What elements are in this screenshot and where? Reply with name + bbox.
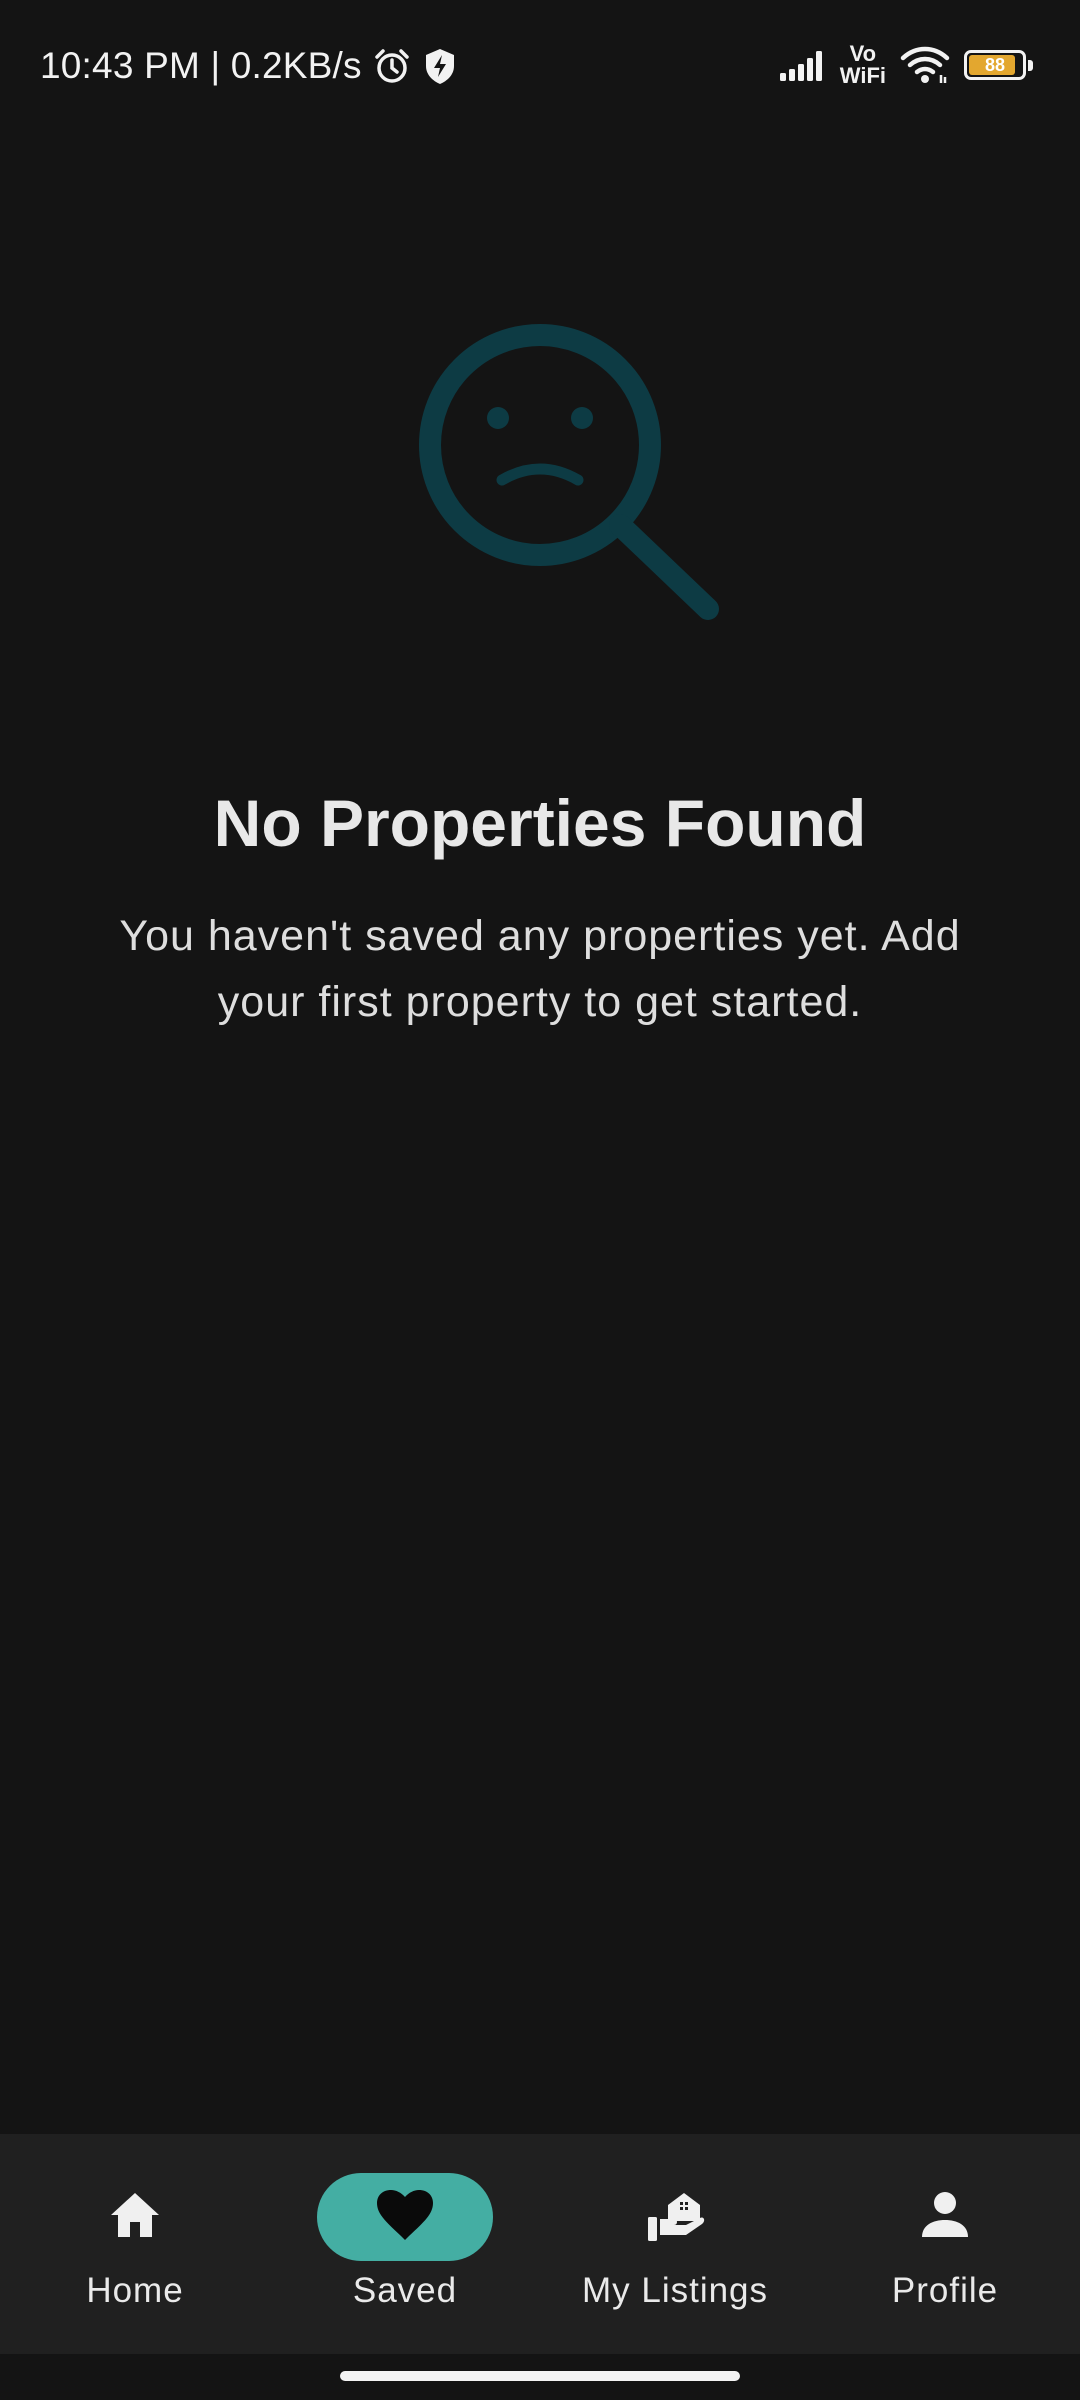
- sad-search-icon: [410, 315, 730, 625]
- nav-pill-home: [47, 2173, 223, 2261]
- vowifi-indicator: Vo WiFi: [840, 43, 886, 87]
- status-right: Vo WiFi 88: [778, 38, 1034, 92]
- empty-state-title: No Properties Found: [213, 786, 867, 860]
- nav-item-profile[interactable]: Profile: [810, 2134, 1080, 2354]
- vowifi-bottom-text: WiFi: [839, 63, 886, 88]
- nav-pill-saved: [317, 2173, 493, 2261]
- home-icon: [107, 2187, 163, 2248]
- nav-label-my-listings: My Listings: [581, 2271, 769, 2310]
- battery-level: 88: [984, 54, 1006, 75]
- nav-label-home: Home: [86, 2271, 184, 2310]
- nav-item-my-listings[interactable]: My Listings: [540, 2134, 810, 2354]
- nav-label-profile: Profile: [891, 2271, 999, 2310]
- shield-bolt-icon: [422, 46, 458, 86]
- nav-pill-profile: [857, 2173, 1033, 2261]
- nav-item-home[interactable]: Home: [0, 2134, 270, 2354]
- nav-label-saved: Saved: [352, 2271, 458, 2310]
- nav-pill-my-listings: [587, 2173, 763, 2261]
- listings-icon: [644, 2185, 706, 2250]
- signal-icon: [778, 47, 826, 83]
- nav-item-saved[interactable]: Saved: [270, 2134, 540, 2354]
- status-time: 10:43 PM | 0.2KB/s: [40, 45, 362, 86]
- vowifi-top-text: Vo: [849, 41, 877, 66]
- battery-icon: 88: [964, 50, 1033, 80]
- alarm-icon: [372, 46, 412, 86]
- status-left: 10:43 PM | 0.2KB/s: [40, 40, 458, 92]
- empty-state-message: You haven't saved any properties yet. Ad…: [119, 912, 961, 1026]
- heart-icon: [375, 2188, 435, 2247]
- status-bar: 10:43 PM | 0.2KB/s Vo WiFi 88: [0, 0, 1080, 130]
- person-icon: [917, 2187, 973, 2248]
- battery-tip: [1028, 60, 1033, 71]
- bottom-navigation: Home Saved My Listings Profile: [0, 2134, 1080, 2354]
- wifi-icon: [900, 45, 950, 85]
- home-indicator-bar[interactable]: [340, 2371, 740, 2381]
